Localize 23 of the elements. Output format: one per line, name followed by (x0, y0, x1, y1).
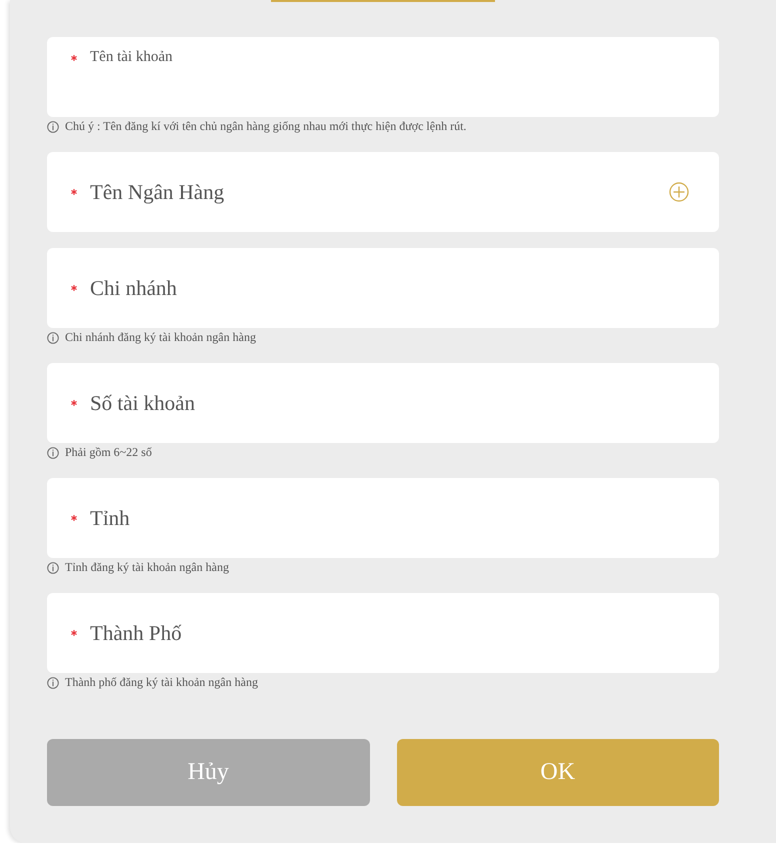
hint-text: Thành phố đăng ký tài khoản ngân hàng (65, 675, 258, 690)
input-field[interactable]: Tỉnh (47, 478, 719, 558)
hint-text: Chú ý : Tên đăng kí với tên chủ ngân hàng giống nhau mới thực hiện được lệnh rút. (65, 119, 466, 134)
field-label: Số tài khoản (90, 390, 196, 416)
hint-text: Tỉnh đăng ký tài khoản ngân hàng (65, 560, 229, 575)
field-label: Tên tài khoản (90, 49, 174, 66)
field-label: Tỉnh (90, 506, 131, 530)
input-field[interactable]: Tên Ngân Hàng (47, 152, 719, 232)
input-field[interactable]: Thành Phố (47, 593, 719, 673)
input-field[interactable]: Chi nhánh (47, 248, 719, 328)
field-label: Thành Phố (90, 620, 183, 646)
info-icon (47, 676, 59, 688)
hint-text: Phải gồm 6~22 số (65, 445, 152, 460)
hint-text: Chi nhánh đăng ký tài khoản ngân hàng (65, 330, 256, 345)
field-label: Tên Ngân Hàng (90, 180, 226, 204)
info-icon (47, 446, 59, 458)
info-icon (47, 120, 59, 132)
plus-icon[interactable] (669, 182, 689, 202)
info-icon (47, 562, 59, 574)
field-label: Chi nhánh (90, 276, 178, 300)
input-field[interactable]: Số tài khoản (47, 363, 719, 443)
info-icon (47, 332, 59, 344)
input-field[interactable]: Tên tài khoản (47, 37, 719, 117)
